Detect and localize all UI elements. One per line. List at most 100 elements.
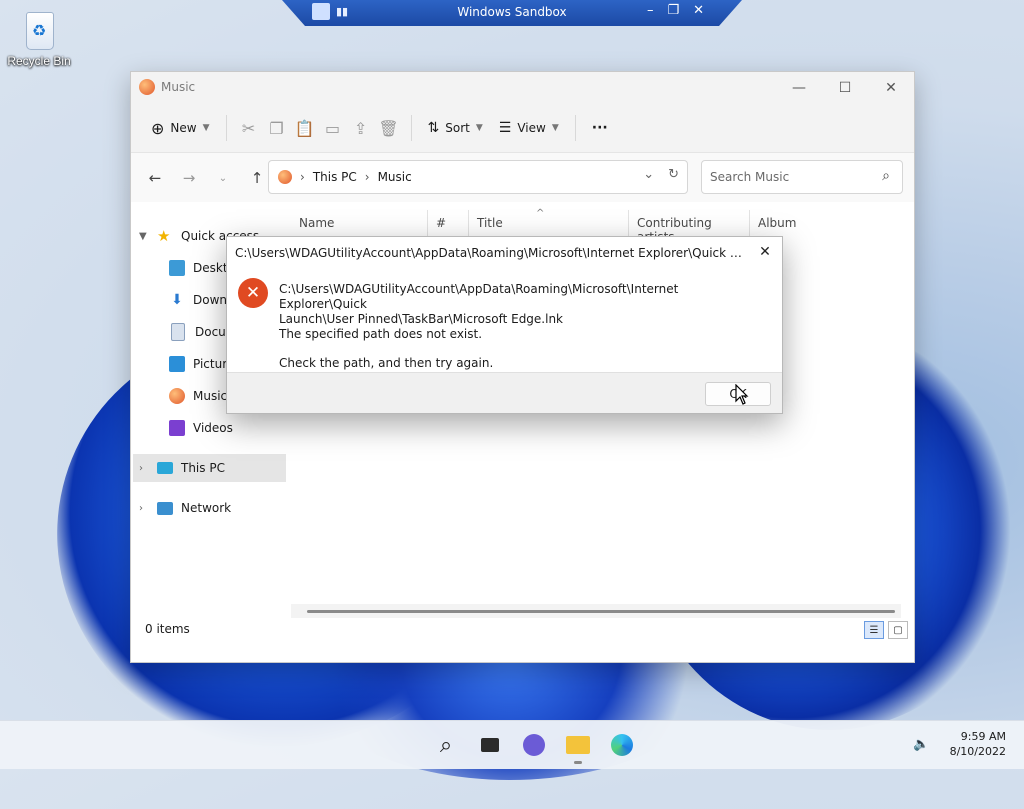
sidebar-item-documents[interactable]: Documents [169, 318, 226, 346]
sidebar-item-videos[interactable]: Videos [169, 414, 233, 442]
edge-icon [611, 734, 633, 756]
expand-chevron-icon[interactable]: › [139, 503, 149, 514]
running-indicator [574, 761, 582, 764]
pictures-icon [169, 356, 185, 372]
horizontal-scrollbar[interactable] [291, 604, 901, 618]
delete-icon[interactable]: 🗑 [375, 112, 403, 144]
maximize-button[interactable]: ☐ [822, 72, 868, 104]
sidebar-item-music[interactable]: Music [169, 382, 227, 410]
sidebar-label: Pictures [193, 357, 226, 371]
search-taskbar-button[interactable]: ⌕ [430, 729, 462, 761]
sidebar-item-this-pc[interactable]: › This PC [133, 454, 286, 482]
taskbar: ⌕ 🔈 9:59 AM 8/10/2022 [0, 720, 1024, 769]
column-header-artists[interactable]: Contributing artists [629, 210, 750, 244]
volume-icon[interactable]: 🔈 [913, 737, 929, 752]
up-arrow-icon[interactable]: ↑ [243, 166, 271, 190]
minimize-icon[interactable]: – [647, 3, 654, 18]
message-line: Check the path, and then try again. [279, 356, 494, 370]
cut-icon[interactable]: ✂ [235, 112, 263, 144]
message-line: C:\Users\WDAGUtilityAccount\AppData\Roam… [279, 282, 679, 311]
search-placeholder: Search Music [710, 170, 790, 184]
view-button[interactable]: ☰ View ▼ [491, 112, 567, 144]
more-options-button[interactable]: ··· [584, 112, 616, 144]
breadcrumb-music[interactable]: Music [378, 170, 412, 184]
chevron-down-icon: ▼ [202, 123, 210, 133]
details-view-icon[interactable]: ☰ [864, 621, 884, 639]
recent-chevron-icon[interactable]: ⌄ [209, 166, 237, 190]
close-button[interactable]: ✕ [868, 72, 914, 104]
recycle-bin-icon: ♻ [21, 8, 57, 52]
divider [574, 115, 576, 141]
recycle-bin-desktop-icon[interactable]: ♻ Recycle Bin [6, 8, 72, 68]
dialog-message: C:\Users\WDAGUtilityAccount\AppData\Roam… [279, 282, 759, 371]
star-icon: ★ [157, 227, 171, 245]
back-arrow-icon[interactable]: ← [141, 166, 169, 190]
search-icon: ⌕ [439, 732, 453, 758]
desktop-icon [169, 260, 185, 276]
chat-button[interactable] [518, 729, 550, 761]
scrollbar-thumb[interactable] [307, 610, 895, 613]
column-header-title[interactable]: Title [469, 210, 629, 238]
task-view-icon [481, 738, 499, 752]
search-icon[interactable]: ⌕ [882, 168, 890, 184]
recycle-bin-label: Recycle Bin [7, 54, 71, 68]
breadcrumb-separator-icon: › [300, 170, 305, 184]
sidebar-label: Desktop [193, 261, 226, 275]
divider [225, 115, 227, 141]
sort-ascending-icon: ^ [536, 208, 545, 219]
file-explorer-taskbar-button[interactable] [562, 729, 594, 764]
sidebar-item-desktop[interactable]: Desktop [169, 254, 226, 282]
folder-icon [566, 736, 590, 754]
address-row: ← → ⌄ ↑ › This PC › Music ⌄ ↻ Search Mus… [131, 153, 914, 203]
address-dropdown-icon[interactable]: ⌄ [643, 167, 654, 182]
clock[interactable]: 9:59 AM 8/10/2022 [950, 729, 1006, 759]
status-bar: 0 items ☰ ▢ [131, 618, 914, 640]
edge-taskbar-button[interactable] [606, 729, 638, 761]
windows-logo-icon [386, 729, 418, 761]
message-line: Launch\User Pinned\TaskBar\Microsoft Edg… [279, 312, 564, 326]
error-dialog: C:\Users\WDAGUtilityAccount\AppData\Roam… [226, 236, 783, 414]
window-title: Music [161, 80, 196, 94]
sandbox-title-bar: ▮▮ Windows Sandbox – ❐ ✕ [282, 0, 742, 26]
breadcrumb-this-pc[interactable]: This PC [313, 170, 357, 184]
dialog-close-button[interactable]: ✕ [754, 241, 776, 263]
new-label: New [170, 121, 197, 135]
forward-arrow-icon[interactable]: → [175, 166, 203, 190]
new-button[interactable]: ⊕ New ▼ [143, 112, 218, 144]
clock-time: 9:59 AM [960, 730, 1006, 743]
task-view-button[interactable] [474, 729, 506, 761]
share-icon[interactable]: ⇪ [347, 112, 375, 144]
rename-icon[interactable]: ▭ [319, 112, 347, 144]
expand-chevron-icon[interactable]: › [139, 463, 149, 474]
column-header-number[interactable]: # [428, 210, 469, 238]
sidebar-item-downloads[interactable]: ⬇ Downloads [169, 286, 226, 314]
copy-icon[interactable]: ❐ [263, 112, 291, 144]
chat-icon [523, 734, 545, 756]
refresh-icon[interactable]: ↻ [668, 167, 679, 182]
error-icon: ✕ [238, 278, 268, 308]
start-button[interactable] [386, 729, 418, 761]
sidebar-item-pictures[interactable]: Pictures [169, 350, 226, 378]
search-box[interactable]: Search Music ⌕ [701, 160, 903, 194]
chevron-down-icon: ▼ [475, 123, 483, 133]
column-header-album[interactable]: Album [750, 210, 886, 238]
column-header-name[interactable]: Name [291, 210, 428, 238]
view-icon: ☰ [498, 120, 512, 136]
document-icon [171, 323, 185, 341]
chevron-down-icon: ▼ [551, 123, 559, 133]
expand-chevron-icon[interactable]: ▼ [139, 231, 149, 242]
divider [410, 115, 412, 141]
address-bar[interactable]: › This PC › Music ⌄ ↻ [268, 160, 688, 194]
large-icons-view-icon[interactable]: ▢ [888, 621, 908, 639]
dialog-title: C:\Users\WDAGUtilityAccount\AppData\Roam… [235, 246, 745, 260]
restore-icon[interactable]: ❐ [667, 3, 679, 18]
sidebar-label: Network [181, 501, 232, 515]
music-folder-icon [278, 170, 292, 184]
minimize-button[interactable]: — [776, 72, 822, 104]
music-icon [169, 388, 185, 404]
paste-icon[interactable]: 📋 [291, 112, 319, 144]
sort-button[interactable]: ⇅ Sort ▼ [420, 112, 491, 144]
breadcrumb: › This PC › Music [300, 170, 412, 184]
sidebar-item-network[interactable]: › Network [139, 494, 231, 522]
close-icon[interactable]: ✕ [693, 3, 704, 18]
